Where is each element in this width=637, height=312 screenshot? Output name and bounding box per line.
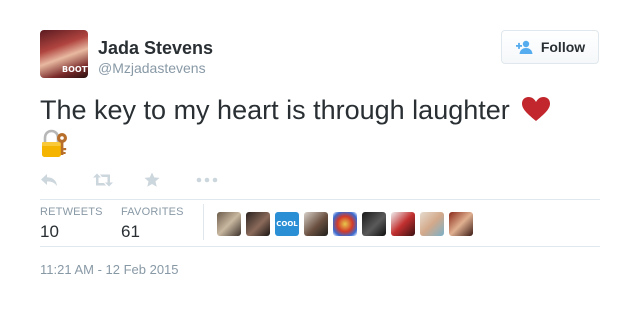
favoriter-avatar[interactable] — [420, 212, 444, 236]
retweets-stat[interactable]: RETWEETS 10 — [40, 206, 103, 242]
tweet-timestamp[interactable]: 11:21 AM - 12 Feb 2015 — [40, 262, 179, 277]
favorites-label: FAVORITES — [121, 206, 184, 218]
author-avatar[interactable]: BOOTY — [40, 30, 88, 78]
follow-button-label: Follow — [540, 39, 586, 55]
retweets-count: 10 — [40, 222, 59, 241]
tweet-actions — [40, 170, 248, 190]
favoriter-avatar[interactable] — [304, 212, 328, 236]
favoriter-avatar[interactable] — [333, 212, 357, 236]
stats-separator — [203, 204, 204, 240]
tweet-body: The key to my heart is through laughter — [40, 95, 510, 125]
red-heart-icon — [522, 97, 551, 121]
divider-top — [40, 199, 600, 200]
more-button[interactable] — [196, 170, 248, 190]
favorites-stat[interactable]: FAVORITES 61 — [121, 206, 184, 242]
tweet-text: The key to my heart is through laughter — [40, 92, 600, 164]
retweets-label: RETWEETS — [40, 206, 103, 218]
favoriter-avatar[interactable]: COOL — [275, 212, 299, 236]
favorite-button[interactable] — [144, 170, 196, 190]
follow-button[interactable]: Follow — [501, 30, 599, 64]
retweet-button[interactable] — [92, 170, 144, 190]
favoriters-avatars: COOL — [217, 212, 473, 236]
favoriter-avatar[interactable] — [449, 212, 473, 236]
author-handle[interactable]: @Mzjadastevens — [98, 60, 206, 76]
favoriter-avatar[interactable] — [246, 212, 270, 236]
favorite-star-icon — [144, 172, 160, 187]
add-user-icon — [515, 40, 533, 54]
avatar-text: BOOTY — [62, 65, 88, 74]
reply-icon — [41, 174, 57, 186]
favoriter-badge-text: COOL — [276, 220, 298, 228]
favoriter-avatar[interactable] — [217, 212, 241, 236]
lock-with-key-icon — [42, 129, 67, 157]
author-name[interactable]: Jada Stevens — [98, 38, 213, 59]
favorites-count: 61 — [121, 222, 140, 241]
divider-bottom — [40, 246, 600, 247]
favoriter-avatar[interactable] — [391, 212, 415, 236]
more-icon — [196, 177, 218, 183]
reply-button[interactable] — [40, 170, 92, 190]
retweet-icon — [93, 173, 113, 187]
favoriter-avatar[interactable] — [362, 212, 386, 236]
